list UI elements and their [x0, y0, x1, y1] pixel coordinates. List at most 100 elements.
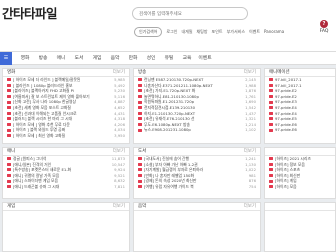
panel-header: 도서 더보기	[134, 148, 260, 156]
site-header: 간타타파일 인기검색어 로그인 내게밀 채팅방 포인트 부가서비스 이벤트 Pa…	[0, 0, 336, 52]
list-item-title[interactable]: [애니] 드래곤볼 슈퍼 그 시대	[13, 184, 109, 190]
list-item-title[interactable]: 뉴스.E908.201231.1080p	[144, 127, 240, 133]
content-panel: 애니 더보기 정글 [원피스] 그녀석 11,873 [애니/일본] 진격의 거인 10,…	[2, 147, 130, 199]
new-badge-icon	[269, 100, 273, 104]
list-item[interactable]: 뉴스.E908.201231.1080p 1,102	[134, 127, 260, 133]
panel-title[interactable]: 음악	[138, 204, 146, 209]
panel-more-link[interactable]: 더보기	[244, 69, 256, 77]
quick-link-panorama[interactable]: Panorama	[264, 29, 284, 34]
list-item[interactable]: 97.pride.E6	[265, 127, 335, 133]
faq-button[interactable]: ? FAQ	[314, 20, 334, 34]
search-input[interactable]	[139, 9, 243, 19]
nav-item[interactable]: 도서	[70, 52, 88, 65]
category-nav-items: 영화 방송 애니 도서 게임 음악 만화 성인 유틸 교육 이벤트	[16, 52, 214, 65]
list-item-size: 1,102	[245, 127, 256, 133]
panel-header: 애니 더보기	[3, 148, 129, 156]
new-badge-icon	[7, 78, 11, 82]
new-badge-icon	[269, 95, 273, 99]
content-panel: 음악 더보기	[133, 202, 261, 252]
new-badge-icon	[138, 95, 142, 99]
content-panel: 게임 더보기	[2, 202, 130, 252]
content-panel: [하이즈] 2021 시리즈 [하이즈] 정보 모음 [하이즈] 스포츠 [하이즈] …	[264, 147, 336, 199]
panel-header: 게임 더보기	[3, 203, 129, 211]
quick-link-service[interactable]: 부가서비스	[227, 29, 245, 35]
new-badge-icon	[138, 111, 142, 115]
panel-more-link[interactable]: 더보기	[113, 69, 125, 77]
panel-title[interactable]: 애니	[7, 149, 15, 154]
new-badge-icon	[138, 157, 142, 161]
site-logo[interactable]: 간타타파일	[2, 3, 58, 22]
new-badge-icon	[7, 174, 11, 178]
nav-item[interactable]: 애니	[52, 52, 70, 65]
new-badge-icon	[7, 95, 11, 99]
panel-title[interactable]: 게임	[7, 204, 15, 209]
new-badge-icon	[138, 117, 142, 121]
panel-more-link[interactable]: 더보기	[244, 148, 256, 156]
new-badge-icon	[269, 78, 273, 82]
new-badge-icon	[269, 128, 273, 132]
quick-link-popular[interactable]: 인기검색어	[134, 26, 163, 37]
new-badge-icon	[269, 185, 273, 189]
panel-header: 방송 더보기	[134, 69, 260, 77]
new-badge-icon	[7, 162, 11, 166]
panel-header: 영화 더보기	[3, 69, 129, 77]
quick-link-point[interactable]: 포인트	[212, 29, 223, 35]
content-panel: 도서 더보기 [국내도서] 진실에 숨어 간행 1,241 [소설] 부자 아빠 가난 …	[133, 147, 261, 199]
panel-title[interactable]: 도서	[138, 149, 146, 154]
new-badge-icon	[269, 179, 273, 183]
quick-link-event[interactable]: 이벤트	[249, 29, 260, 35]
new-badge-icon	[7, 134, 11, 138]
new-badge-icon	[269, 117, 273, 121]
new-badge-icon	[7, 117, 11, 121]
list-item[interactable]: [여행] 유럽 자유여행 가이드 북 754	[134, 184, 260, 190]
list-item-title[interactable]: [하이즈] 모음	[275, 184, 333, 190]
new-badge-icon	[138, 123, 142, 127]
panel-title[interactable]: 애니메이션	[269, 70, 290, 75]
new-badge-icon	[269, 168, 273, 172]
quick-link-chat[interactable]: 채팅방	[197, 29, 208, 35]
list-item-title[interactable]: [ 하이즈 모세 ] 최신 영화 고화질	[13, 133, 109, 139]
panel-title[interactable]: 영화	[7, 70, 15, 75]
panel-header: 애니메이션	[265, 69, 335, 77]
list-item[interactable]: [ 하이즈 모세 ] 최신 영화 고화질 3,950	[3, 133, 129, 139]
new-badge-icon	[138, 89, 142, 93]
panel-more-link[interactable]: 더보기	[244, 203, 256, 211]
category-nav: ☰ 영화 방송 애니 도서 게임 음악 만화 성인 유틸 교육 이벤트	[0, 52, 336, 65]
quick-links: 인기검색어 로그인 내게밀 채팅방 포인트 부가서비스 이벤트 Panorama	[134, 26, 284, 37]
nav-item[interactable]: 만화	[124, 52, 142, 65]
list-item[interactable]: [하이즈] 모음	[265, 184, 335, 190]
list-item[interactable]: [애니] 드래곤볼 슈퍼 그 시대 7,811	[3, 184, 129, 190]
panel-header: 음악 더보기	[134, 203, 260, 211]
content-panel	[264, 202, 336, 252]
list-item-title[interactable]: [여행] 유럽 자유여행 가이드 북	[144, 184, 240, 190]
new-badge-icon	[138, 179, 142, 183]
quick-link-login[interactable]: 로그인	[166, 29, 177, 35]
nav-item[interactable]: 이벤트	[196, 52, 214, 65]
list-item-title[interactable]: 97.pride.E6	[275, 127, 333, 133]
new-badge-icon	[7, 123, 11, 127]
nav-item[interactable]: 방송	[34, 52, 52, 65]
content-panel: 방송 더보기 런닝맨 E587.210130.720p-NEXT 2,145 나혼자산다…	[133, 68, 261, 144]
new-badge-icon	[7, 106, 11, 110]
panel-title[interactable]: 방송	[138, 70, 146, 75]
nav-item[interactable]: 성인	[142, 52, 160, 65]
nav-item[interactable]: 게임	[88, 52, 106, 65]
nav-item[interactable]: 교육	[178, 52, 196, 65]
new-badge-icon	[269, 106, 273, 110]
quick-link-mail[interactable]: 내게밀	[181, 29, 192, 35]
search-box[interactable]	[132, 7, 248, 20]
new-badge-icon	[138, 168, 142, 172]
panel-more-link[interactable]: 더보기	[113, 203, 125, 211]
nav-item[interactable]: 유틸	[160, 52, 178, 65]
new-badge-icon	[269, 174, 273, 178]
new-badge-icon	[7, 100, 11, 104]
panel-more-link[interactable]: 더보기	[113, 148, 125, 156]
panel-header	[265, 148, 335, 156]
faq-label: FAQ	[319, 29, 329, 34]
list-item-size: 7,811	[114, 183, 125, 189]
nav-item[interactable]: 음악	[106, 52, 124, 65]
list-item-size: 3,950	[114, 132, 125, 138]
new-badge-icon	[7, 168, 11, 172]
nav-item[interactable]: 영화	[16, 52, 34, 65]
home-icon[interactable]: ☰	[0, 52, 12, 65]
